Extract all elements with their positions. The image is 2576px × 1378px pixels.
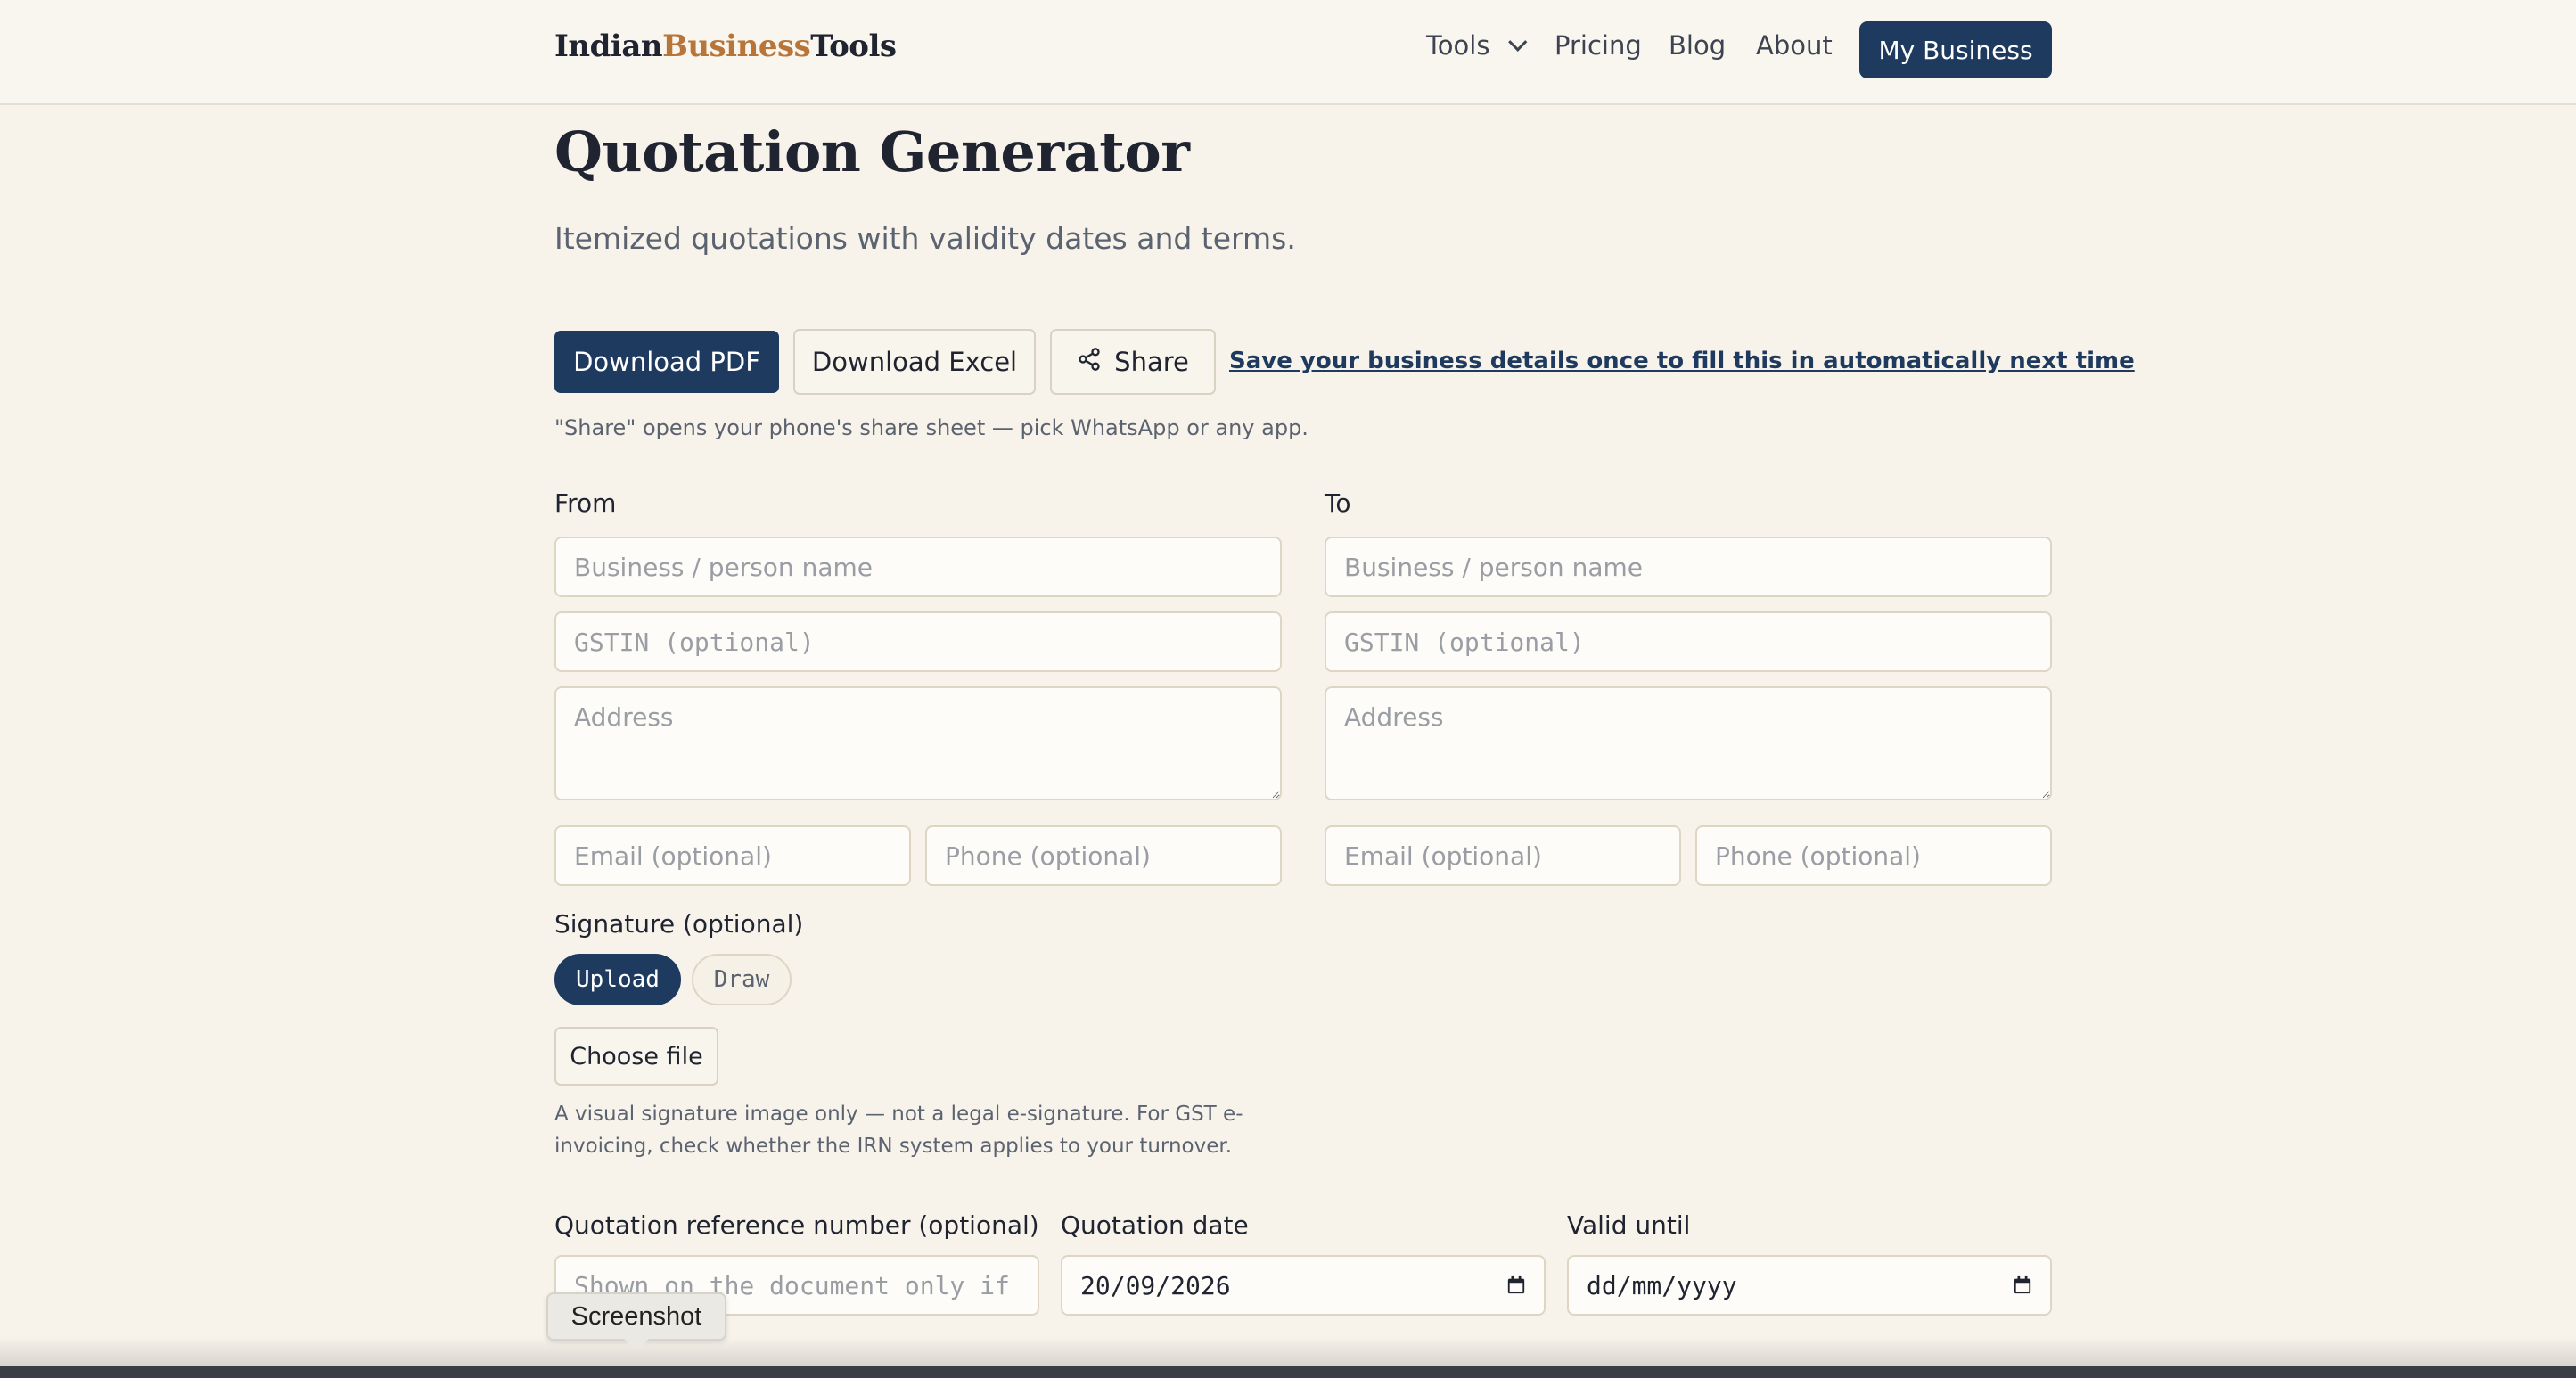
from-email-input[interactable] [554,825,911,886]
from-phone-input[interactable] [925,825,1282,886]
page-title: Quotation Generator [554,119,1190,185]
to-address-input[interactable] [1325,686,2052,800]
nav-about-link[interactable]: About [1756,30,1833,61]
signature-draw-tab[interactable]: Draw [692,954,792,1005]
calendar-icon[interactable] [1506,1275,1526,1295]
download-pdf-button[interactable]: Download PDF [554,331,779,393]
logo-text-tools: Tools [810,29,897,64]
site-logo[interactable]: IndianBusinessTools [554,29,897,64]
signature-upload-tab[interactable]: Upload [554,954,681,1005]
quotation-date-label: Quotation date [1061,1210,1249,1240]
nav-tools-menu[interactable]: Tools [1426,30,1528,61]
logo-text-indian: Indian [554,29,663,64]
share-hint: "Share" opens your phone's share sheet —… [554,415,1309,440]
to-email-input[interactable] [1325,825,1681,886]
share-icon [1077,347,1102,378]
download-excel-button[interactable]: Download Excel [793,329,1036,395]
site-header: IndianBusinessTools Tools Pricing Blog A… [0,0,2576,105]
my-business-button[interactable]: My Business [1859,21,2052,78]
from-label: From [554,488,617,518]
choose-file-button[interactable]: Choose file [554,1027,718,1086]
quotation-date-input[interactable]: 20/09/2026 [1061,1255,1546,1316]
from-name-input[interactable] [554,537,1282,597]
signature-note: A visual signature image only — not a le… [554,1103,1243,1158]
tooltip-arrow [624,1339,649,1351]
nav-tools-label: Tools [1426,30,1490,61]
to-phone-input[interactable] [1695,825,2052,886]
quotation-date-value: 20/09/2026 [1080,1270,1231,1300]
from-address-input[interactable] [554,686,1282,800]
from-gstin-input[interactable] [554,611,1282,672]
chevron-down-icon [1508,32,1528,52]
share-button[interactable]: Share [1050,329,1216,395]
quotation-ref-label: Quotation reference number (optional) [554,1210,1039,1240]
valid-until-label: Valid until [1567,1210,1691,1240]
save-business-details-link[interactable]: Save your business details once to fill … [1229,348,2135,374]
nav-pricing-link[interactable]: Pricing [1555,30,1642,61]
calendar-icon[interactable] [2013,1275,2032,1295]
to-name-input[interactable] [1325,537,2052,597]
valid-until-value: dd/mm/yyyy [1587,1270,1737,1300]
page-subtitle: Itemized quotations with validity dates … [554,221,1296,256]
bottom-dock-bar [0,1366,2576,1378]
to-gstin-input[interactable] [1325,611,2052,672]
valid-until-input[interactable]: dd/mm/yyyy [1567,1255,2052,1316]
share-button-label: Share [1114,347,1189,377]
signature-label: Signature (optional) [554,909,804,939]
screenshot-tooltip: Screenshot [546,1292,726,1341]
logo-text-business: Business [662,29,811,64]
to-label: To [1325,488,1351,518]
nav-blog-link[interactable]: Blog [1669,30,1726,61]
bottom-shadow [0,1337,2576,1366]
